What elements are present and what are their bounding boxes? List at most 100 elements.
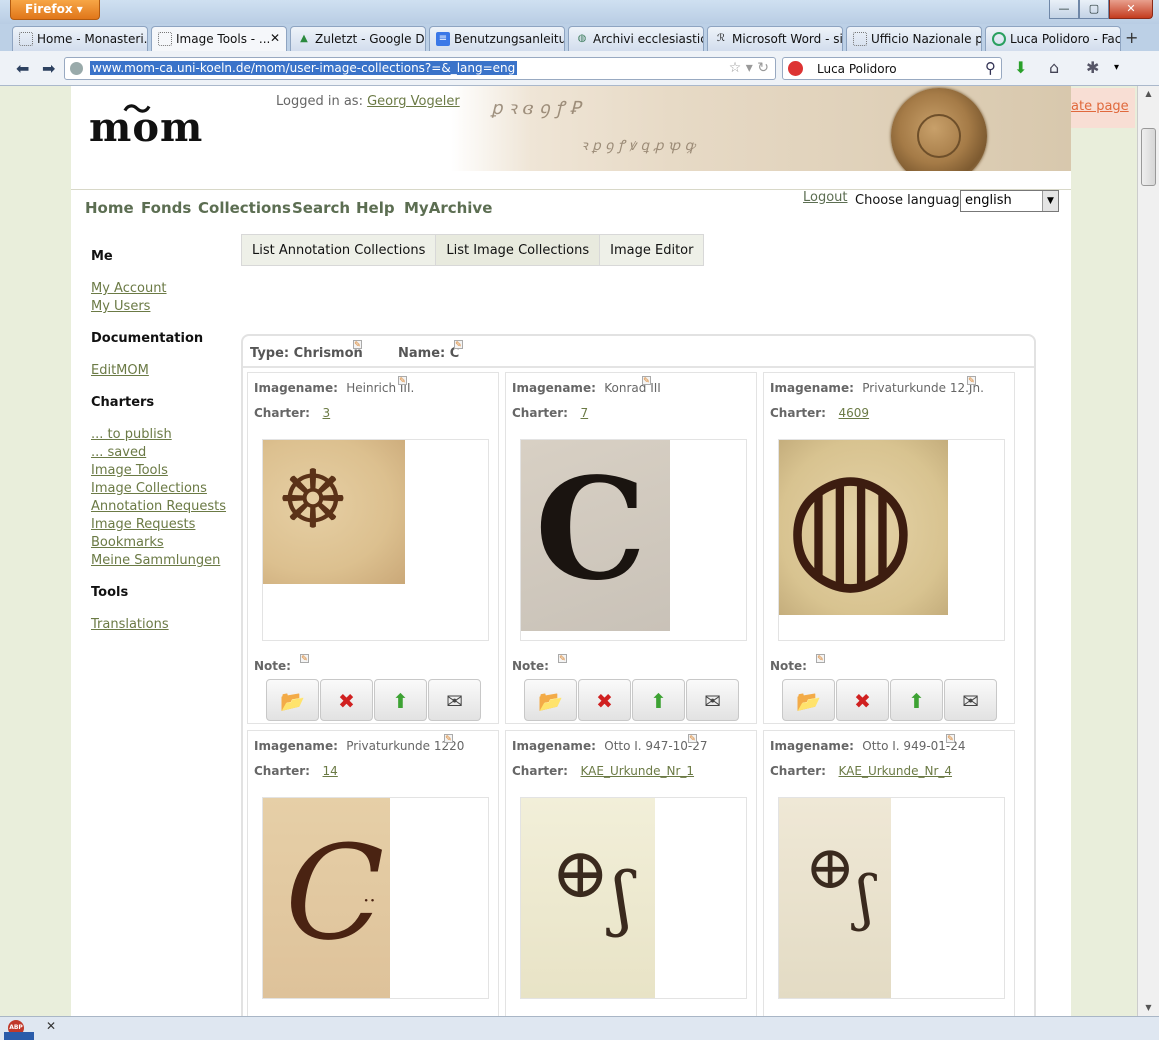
address-bar[interactable]: www.mom-ca.uni-koeln.de/mom/user-image-c… [64,57,776,80]
charter-link[interactable]: 4609 [839,406,870,420]
copy-image-button[interactable]: 📂 [782,679,835,721]
edit-icon[interactable]: ✎ [816,654,825,663]
nav-myarchive[interactable]: MyArchive [404,199,492,217]
charter-label: Charter: [512,764,568,778]
chrismon-thumbnail[interactable]: C ·· [263,798,390,998]
charter-link[interactable]: 7 [581,406,589,420]
sidebar-link-meine-sammlungen[interactable]: Meine Sammlungen [91,553,220,568]
copy-image-button[interactable]: 📂 [266,679,319,721]
download-icon[interactable]: ⬇ [1014,58,1027,77]
browser-tab[interactable]: ≡ Benutzungsanleitu... [429,26,565,51]
copy-image-button[interactable]: 📂 [524,679,577,721]
move-up-button[interactable]: ⬆ [374,679,427,721]
charter-link[interactable]: KAE_Urkunde_Nr_1 [581,764,695,778]
edit-icon[interactable]: ✎ [946,734,955,743]
nav-home[interactable]: Home [85,199,134,217]
send-mail-button[interactable]: ✉ [428,679,481,721]
sidebar-link-annotation-requests[interactable]: Annotation Requests [91,499,226,514]
send-mail-button[interactable]: ✉ [686,679,739,721]
close-icon[interactable]: ✕ [46,1019,56,1033]
taskbar-word-icon[interactable] [4,1032,34,1040]
menu-chevron-down-icon[interactable]: ▾ [1114,62,1119,73]
page-icon [19,32,33,46]
vertical-scrollbar[interactable]: ▲ ▼ [1137,86,1159,1016]
delete-image-button[interactable]: ✖ [320,679,373,721]
move-up-button[interactable]: ⬆ [890,679,943,721]
nav-fonds[interactable]: Fonds [141,199,191,217]
create-page-link[interactable]: ate page [1071,88,1135,128]
browser-tab[interactable]: Luca Polidoro - Fac... [985,26,1121,51]
sidebar-link-image-tools[interactable]: Image Tools [91,463,168,478]
browser-tab[interactable]: ◍ Archivi ecclesiastici... [568,26,704,51]
edit-icon[interactable]: ✎ [967,376,976,385]
delete-image-button[interactable]: ✖ [578,679,631,721]
browser-tab[interactable]: Ufficio Nazionale p... [846,26,982,51]
site-identity-icon[interactable] [70,62,83,75]
edit-icon[interactable]: ✎ [353,340,362,349]
edit-icon[interactable]: ✎ [688,734,697,743]
sidebar-link-my-account[interactable]: My Account [91,281,167,296]
create-page-text[interactable]: ate page [1071,99,1129,114]
chevron-down-icon[interactable]: ▼ [1042,191,1058,211]
chrismon-thumbnail[interactable]: ⊕ ʃ [521,798,655,998]
user-name-link[interactable]: Georg Vogeler [367,94,460,109]
browser-tab[interactable]: ▲ Zuletzt - Google Dr... [290,26,426,51]
nav-collections[interactable]: Collections [198,199,291,217]
search-bar[interactable]: Luca Polidoro ⚲ [782,57,1002,80]
home-icon[interactable]: ⌂ [1049,58,1059,77]
bookmark-star-icon[interactable]: ☆ ▾ ↻ [729,60,769,76]
chrismon-thumbnail[interactable]: ⊕ ʃ [779,798,891,998]
sidebar-link-bookmarks[interactable]: Bookmarks [91,535,164,550]
sidebar-link-image-collections[interactable]: Image Collections [91,481,207,496]
nav-search[interactable]: Search [292,199,350,217]
sidebar-link-image-requests[interactable]: Image Requests [91,517,195,532]
mom-logo[interactable]: mom [89,104,203,151]
scroll-up-arrow-icon[interactable]: ▲ [1138,86,1159,102]
edit-icon[interactable]: ✎ [558,654,567,663]
firefox-menu-button[interactable]: Firefox ▾ [10,0,100,20]
sidebar-link-saved[interactable]: ... saved [91,445,146,460]
edit-icon[interactable]: ✎ [642,376,651,385]
edit-icon[interactable]: ✎ [300,654,309,663]
url-text[interactable]: www.mom-ca.uni-koeln.de/mom/user-image-c… [90,61,518,75]
chrismon-thumbnail[interactable]: ☸ [263,440,405,584]
sidebar-link-to-publish[interactable]: ... to publish [91,427,172,442]
tab-list-annotation-collections[interactable]: List Annotation Collections [241,234,437,266]
browser-tab[interactable]: Home - Monasteri... [12,26,148,51]
new-tab-button[interactable]: + [1125,28,1138,47]
scroll-down-arrow-icon[interactable]: ▼ [1138,1000,1159,1016]
maximize-button[interactable]: ▢ [1079,0,1109,19]
sidebar-link-editmom[interactable]: EditMOM [91,363,149,378]
edit-icon[interactable]: ✎ [444,734,453,743]
delete-image-button[interactable]: ✖ [836,679,889,721]
chrismon-thumbnail[interactable]: ◍ [779,440,948,615]
image-card: Imagename: Konrad III ✎ Charter: 7 C Not… [505,372,757,724]
send-mail-button[interactable]: ✉ [944,679,997,721]
browser-tab[interactable]: ℛ Microsoft Word - si... [707,26,843,51]
back-arrow-icon[interactable]: ⬅ [16,59,29,78]
charter-link[interactable]: 3 [323,406,331,420]
charter-link[interactable]: KAE_Urkunde_Nr_4 [839,764,953,778]
sidebar-link-translations[interactable]: Translations [91,617,169,632]
nav-help[interactable]: Help [356,199,395,217]
sidebar-link-my-users[interactable]: My Users [91,299,150,314]
close-window-button[interactable]: ✕ [1109,0,1153,19]
language-select[interactable]: english ▼ [960,190,1059,212]
minimize-button[interactable]: — [1049,0,1079,19]
logout-link[interactable]: Logout [803,190,848,205]
browser-tab-active[interactable]: Image Tools - ... ✕ [151,26,287,51]
edit-icon[interactable]: ✎ [454,340,463,349]
tab-list-image-collections[interactable]: List Image Collections [435,234,601,266]
addon-icon[interactable]: ✱ [1086,58,1099,77]
scrollbar-thumb[interactable] [1141,128,1156,186]
search-engine-icon[interactable] [788,61,803,76]
forward-arrow-icon[interactable]: ➡ [42,59,55,78]
tab-image-editor[interactable]: Image Editor [599,234,705,266]
chrismon-thumbnail[interactable]: C [521,440,670,631]
search-input[interactable]: Luca Polidoro [817,62,897,76]
search-icon[interactable]: ⚲ [985,59,996,77]
close-tab-icon[interactable]: ✕ [270,31,280,45]
edit-icon[interactable]: ✎ [398,376,407,385]
move-up-button[interactable]: ⬆ [632,679,685,721]
charter-link[interactable]: 14 [323,764,338,778]
